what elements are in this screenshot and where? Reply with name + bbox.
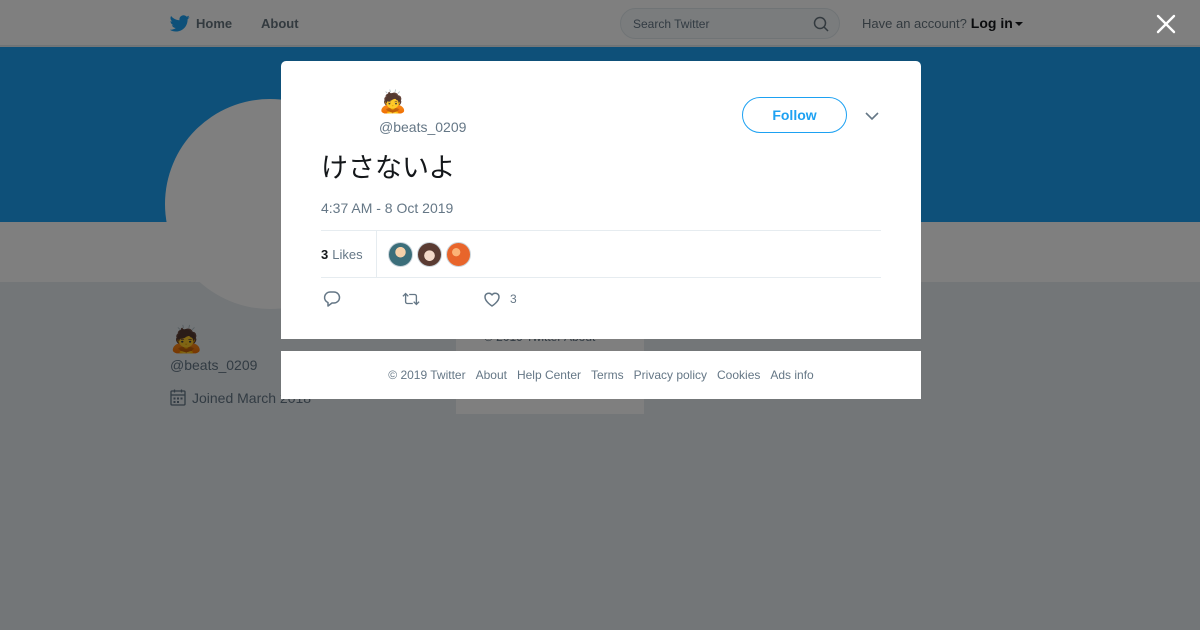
tweet-author-avatar[interactable] bbox=[321, 91, 369, 139]
divider bbox=[321, 277, 881, 278]
chevron-down-icon[interactable] bbox=[864, 108, 880, 124]
retweet-icon bbox=[402, 292, 420, 306]
close-icon[interactable] bbox=[1154, 12, 1178, 36]
footer-link-privacy-policy[interactable]: Privacy policy bbox=[634, 368, 707, 382]
footer-link-cookies[interactable]: Cookies bbox=[717, 368, 760, 382]
tweet-author-handle[interactable]: @beats_0209 bbox=[379, 119, 466, 135]
likes-stat[interactable]: 3 Likes bbox=[321, 231, 377, 277]
footer-copyright: © 2019 Twitter bbox=[388, 368, 466, 382]
tweet-author-name-emoji[interactable]: 🙇 bbox=[379, 89, 406, 115]
divider bbox=[321, 230, 881, 231]
reply-icon bbox=[323, 291, 341, 307]
footer-link-ads-info[interactable]: Ads info bbox=[770, 368, 813, 382]
liker-avatar[interactable] bbox=[388, 242, 413, 267]
tweet-text: けさないよ bbox=[321, 153, 456, 184]
likes-label: Likes bbox=[332, 246, 363, 262]
footer-link-about[interactable]: About bbox=[476, 368, 507, 382]
tweet-permalink-modal: 🙇 @beats_0209 Follow けさないよ 4:37 AM - 8 O… bbox=[281, 61, 921, 339]
liker-avatar[interactable] bbox=[417, 242, 442, 267]
footer-link-terms[interactable]: Terms bbox=[591, 368, 624, 382]
likes-count: 3 bbox=[321, 246, 329, 262]
like-button[interactable]: 3 bbox=[483, 289, 517, 309]
tweet-timestamp[interactable]: 4:37 AM - 8 Oct 2019 bbox=[321, 200, 453, 216]
heart-icon bbox=[484, 292, 500, 307]
footer-link-help-center[interactable]: Help Center bbox=[517, 368, 581, 382]
modal-footer: © 2019 Twitter About Help Center Terms P… bbox=[281, 351, 921, 399]
reply-button[interactable] bbox=[323, 289, 341, 309]
retweet-button[interactable] bbox=[402, 289, 420, 309]
like-action-count: 3 bbox=[510, 292, 517, 306]
follow-button[interactable]: Follow bbox=[742, 97, 847, 133]
liker-avatar[interactable] bbox=[446, 242, 471, 267]
